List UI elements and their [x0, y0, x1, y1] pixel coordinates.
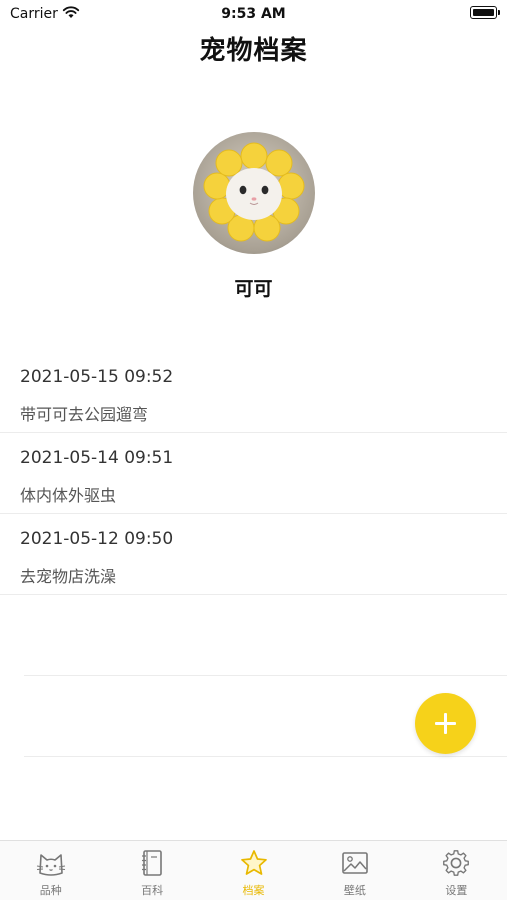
tab-breeds[interactable]: 品种 [0, 841, 101, 900]
image-icon [342, 852, 368, 874]
tab-label: 壁纸 [343, 884, 366, 897]
tab-label: 档案 [242, 884, 265, 897]
pet-name: 可可 [234, 278, 273, 300]
add-record-button[interactable] [415, 693, 476, 754]
tab-bar: 品种 百科 档案 壁纸 设置 [0, 840, 507, 900]
clock: 9:53 AM [221, 6, 286, 22]
record-item[interactable]: 2021-05-15 09:52 带可可去公园遛弯 [0, 352, 507, 433]
record-date: 2021-05-15 09:52 [20, 367, 174, 387]
tab-wallpaper[interactable]: 壁纸 [304, 841, 405, 900]
pet-avatar[interactable] [193, 132, 315, 254]
tab-settings[interactable]: 设置 [406, 841, 507, 900]
record-note: 体内体外驱虫 [20, 486, 117, 505]
pet-photo [203, 142, 305, 242]
notebook-icon [142, 850, 162, 876]
gear-icon [443, 850, 470, 876]
star-icon [240, 850, 267, 875]
tab-encyclopedia[interactable]: 百科 [101, 841, 202, 900]
status-bar: Carrier 9:53 AM [0, 0, 507, 28]
tab-label: 品种 [39, 884, 62, 897]
record-date: 2021-05-14 09:51 [20, 448, 174, 468]
record-note: 带可可去公园遛弯 [20, 405, 149, 424]
cat-face-icon [36, 854, 65, 876]
battery-icon [470, 6, 500, 19]
record-note: 去宠物店洗澡 [20, 567, 117, 586]
record-item[interactable]: 2021-05-12 09:50 去宠物店洗澡 [0, 514, 507, 595]
tab-label: 设置 [445, 884, 468, 897]
tab-records[interactable]: 档案 [203, 841, 304, 900]
record-item[interactable]: 2021-05-14 09:51 体内体外驱虫 [0, 433, 507, 514]
empty-row [24, 595, 507, 676]
record-date: 2021-05-12 09:50 [20, 529, 174, 549]
page-title: 宠物档案 [199, 36, 308, 66]
tab-label: 百科 [141, 884, 164, 897]
